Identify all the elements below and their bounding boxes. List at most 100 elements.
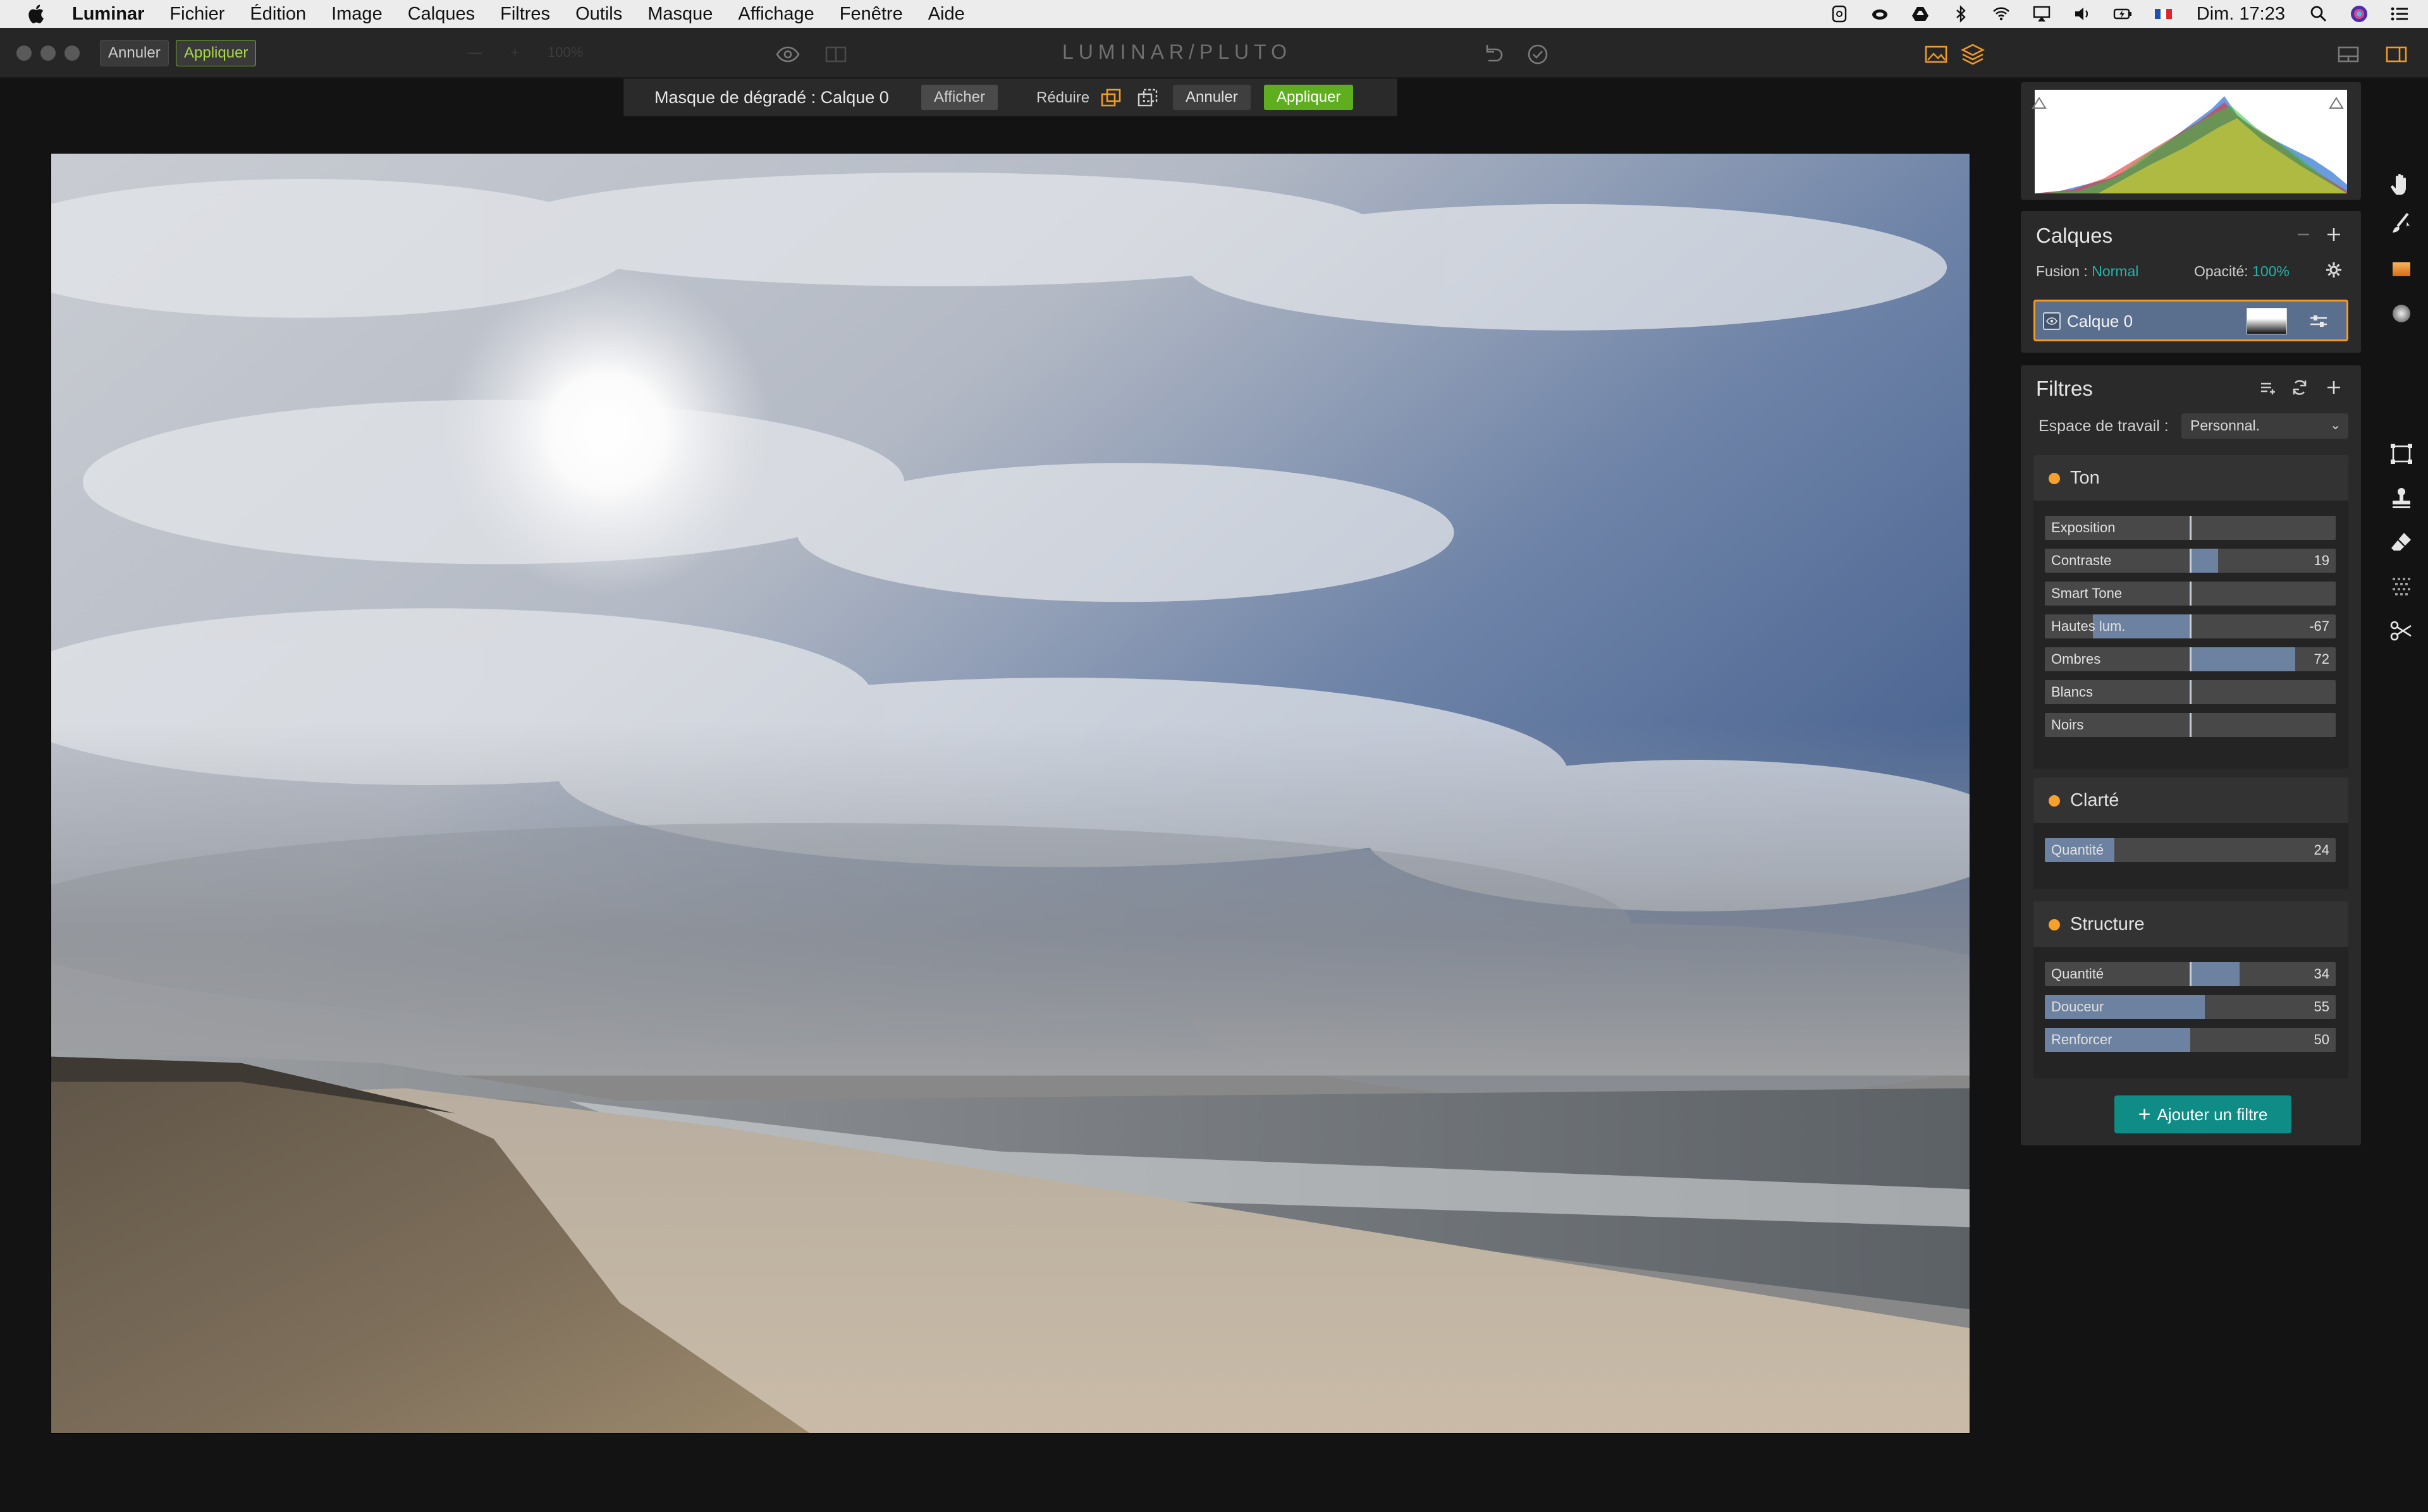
menu-image[interactable]: Image [331,4,383,25]
eraser-icon[interactable] [2388,528,2415,556]
workspace-label: Espace de travail : [2039,417,2169,435]
drive-icon[interactable] [1911,4,1930,23]
add-filter-icon[interactable] [2323,377,2345,398]
shadow-clipping-icon[interactable] [2031,96,2047,110]
menu-outils[interactable]: Outils [575,4,622,25]
slider-contraste[interactable]: Contraste 19 [2045,549,2336,573]
slider-label: Smart Tone [2051,585,2123,601]
zoom-level[interactable]: 100% [548,44,583,61]
cancel-mask-button[interactable]: Annuler [1173,85,1251,110]
slider-renforcer[interactable]: Renforcer 50 [2045,1028,2336,1052]
show-mask-button[interactable]: Afficher [921,85,998,110]
menu-aide[interactable]: Aide [928,4,965,25]
invert-mask-icon[interactable] [1100,87,1122,109]
time-machine-icon[interactable] [1830,4,1849,23]
slider-clarte-quantite[interactable]: Quantité 24 [2045,838,2336,862]
filter-active-dot-icon[interactable] [2049,795,2060,807]
slider-blancs[interactable]: Blancs [2045,680,2336,704]
blend-mode[interactable]: Fusion : Normal [2036,263,2138,280]
airplay-icon[interactable] [2032,4,2051,23]
photo-canvas[interactable] [51,153,1970,1434]
menu-luminar[interactable]: Luminar [72,4,144,25]
flag-france-icon[interactable] [2154,4,2173,23]
layer-opacity[interactable]: Opacité: 100% [2194,263,2290,280]
brush-icon[interactable] [2388,209,2415,236]
slider-label: Quantité [2051,842,2104,858]
blend-mode-value[interactable]: Normal [2092,263,2138,279]
noise-icon[interactable] [2388,573,2415,601]
highlight-clipping-icon[interactable] [2328,96,2345,110]
minimize-window-button[interactable] [40,46,56,61]
add-filter-button[interactable]: + Ajouter un filtre [2114,1095,2291,1133]
remove-layer-icon[interactable] [2293,224,2314,245]
crop-icon[interactable] [2388,440,2415,468]
notification-center-icon[interactable] [2390,4,2409,23]
slider-structure-quantite[interactable]: Quantité 34 [2045,962,2336,986]
layers-view-icon[interactable] [1960,42,1985,67]
battery-icon[interactable] [2113,4,2132,23]
menu-fenetre[interactable]: Fenêtre [840,4,903,25]
reset-mask-icon[interactable] [1136,87,1159,109]
slider-smart-tone[interactable]: Smart Tone [2045,582,2336,606]
menu-affichage[interactable]: Affichage [738,4,814,25]
apply-mask-button[interactable]: Appliquer [1264,85,1354,110]
siri-icon[interactable] [2350,4,2369,23]
layout-icon[interactable] [2336,42,2361,67]
slider-ombres[interactable]: Ombres 72 [2045,647,2336,671]
image-view-icon[interactable] [1923,42,1949,67]
zoom-out-icon[interactable]: — [468,44,482,61]
clock[interactable]: Dim. 17:23 [2197,4,2285,25]
layer-mask-thumbnail[interactable] [2247,308,2287,334]
gradient-icon[interactable] [2388,255,2415,283]
slider-value: 72 [2314,651,2329,667]
check-circle-icon[interactable] [1525,42,1550,67]
filter-ton-header[interactable]: Ton [2033,455,2348,501]
close-window-button[interactable] [16,46,32,61]
add-layer-icon[interactable] [2323,224,2345,245]
menu-edition[interactable]: Édition [250,4,306,25]
zoom-window-button[interactable] [64,46,80,61]
filter-list-icon[interactable] [2257,377,2279,398]
wifi-icon[interactable] [1992,4,2011,23]
scissors-icon[interactable] [2388,617,2415,645]
opacity-value[interactable]: 100% [2252,263,2290,279]
layer-adjust-icon[interactable] [2308,312,2329,331]
creative-cloud-icon[interactable] [1870,4,1889,23]
slider-hautes-lum[interactable]: Hautes lum. -67 [2045,614,2336,638]
menu-filtres[interactable]: Filtres [500,4,550,25]
slider-exposition[interactable]: Exposition [2045,516,2336,540]
preview-eye-icon[interactable] [775,42,800,67]
slider-noirs[interactable]: Noirs [2045,713,2336,737]
compare-icon[interactable] [823,42,849,67]
menu-fichier[interactable]: Fichier [169,4,224,25]
zoom-in-icon[interactable]: + [511,44,519,61]
sidebar-toggle-icon[interactable] [2384,42,2409,67]
filter-clarte-header[interactable]: Clarté [2033,777,2348,823]
layers-title: Calques [2036,224,2113,247]
workspace-select[interactable]: Personnal. ⌄ [2181,413,2348,439]
apple-icon[interactable] [24,3,47,25]
layer-row[interactable]: Calque 0 [2033,300,2348,341]
radial-icon[interactable] [2388,300,2415,327]
undo-history-icon[interactable] [1480,42,1505,67]
apply-button[interactable]: Appliquer [176,40,257,66]
layer-visibility-icon[interactable] [2043,312,2061,330]
volume-icon[interactable] [2073,4,2092,23]
slider-douceur[interactable]: Douceur 55 [2045,995,2336,1019]
menu-masque[interactable]: Masque [647,4,713,25]
hand-icon[interactable] [2388,171,2415,198]
layer-name[interactable]: Calque 0 [2067,312,2133,331]
undo-button[interactable]: Annuler [100,40,169,66]
bluetooth-icon[interactable] [1951,4,1970,23]
filter-structure-header[interactable]: Structure [2033,901,2348,947]
filter-active-dot-icon[interactable] [2049,919,2060,930]
refresh-icon[interactable] [2289,377,2310,398]
slider-value: -67 [2309,618,2329,634]
stamp-icon[interactable] [2388,484,2415,512]
filter-active-dot-icon[interactable] [2049,473,2060,484]
histogram-plot [2035,90,2347,193]
slider-label: Hautes lum. [2051,618,2126,634]
spotlight-search-icon[interactable] [2309,4,2328,23]
gear-icon[interactable] [2323,259,2345,281]
menu-calques[interactable]: Calques [408,4,475,25]
